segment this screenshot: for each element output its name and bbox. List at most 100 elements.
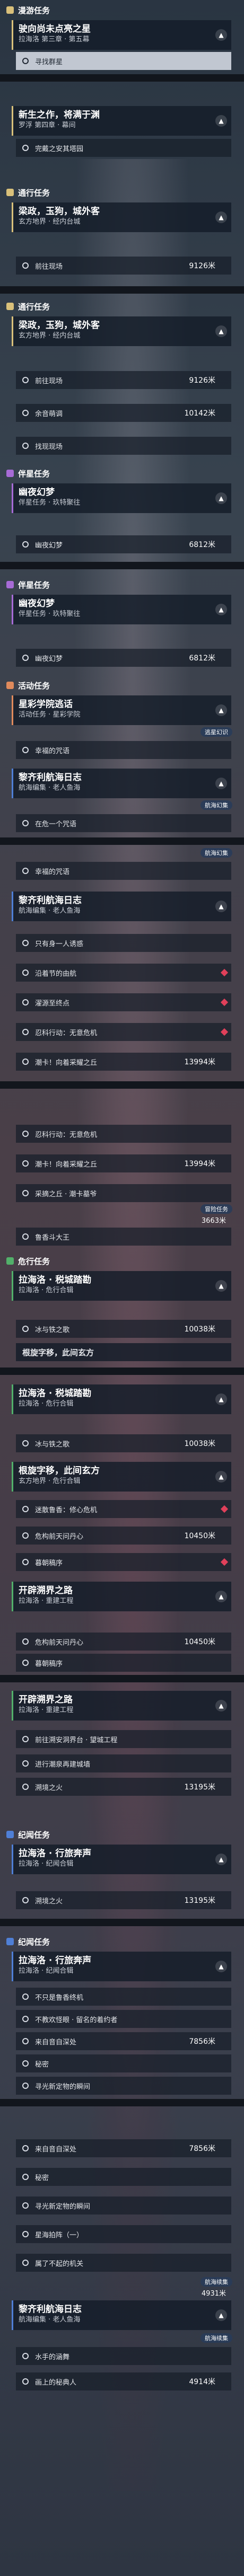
objective-item[interactable]: 冰与铁之歌 10038米 [16, 1320, 231, 1338]
quest-card[interactable]: 新生之作，将满于渊 罗浮 第四章 · 幕间 ▲ [12, 106, 231, 136]
objective-item[interactable]: 寻光新定物的瞬间 [16, 2196, 231, 2215]
objective-label: 只有身一人诱惑 [35, 940, 84, 948]
objective-item[interactable]: 采摘之丘 · 潮卡墓爷 [16, 1184, 231, 1202]
chevron-up-icon[interactable]: ▲ [215, 604, 227, 615]
objective-item[interactable]: 暮朝稿序 [16, 1553, 231, 1571]
quest-card[interactable]: 开辟溯界之路 拉海洛 · 重建工程 ▲ [12, 1691, 231, 1721]
objective-item[interactable]: 迷散鲁香：修心危机 [16, 1500, 231, 1518]
chevron-up-icon[interactable]: ▲ [215, 1393, 227, 1405]
objective-item[interactable]: 沿着节的由航 [16, 964, 231, 982]
objective-item[interactable]: 潮卡！向着采耀之丘 13994米 [16, 1053, 231, 1071]
chevron-up-icon[interactable]: ▲ [215, 211, 227, 223]
objective-item[interactable]: 余音萌调 10142米 [16, 404, 231, 422]
objective-item[interactable]: 不教欢怪眼 · 留名的着约者 [16, 2010, 231, 2028]
objective-item[interactable]: 溯境之火 13195米 [16, 1778, 231, 1796]
objective-distance: 6812米 [189, 654, 215, 663]
chevron-up-icon[interactable]: ▲ [215, 2309, 227, 2321]
quest-card[interactable]: 幽夜幻梦 伴星任务 · 玖特聚往 ▲ [12, 595, 231, 624]
objective-item[interactable]: 危构前天问丹心 10450米 [16, 1633, 231, 1651]
chevron-up-icon[interactable]: ▲ [215, 704, 227, 716]
quest-card[interactable]: 拉海洛 · 税城踏勘 拉海洛 · 危行合辑 ▲ [12, 1384, 231, 1414]
chevron-up-icon[interactable]: ▲ [215, 1961, 227, 1972]
chevron-up-icon[interactable]: ▲ [215, 325, 227, 337]
objective-item[interactable]: 冰与铁之歌 10038米 [16, 1434, 231, 1452]
chevron-up-icon[interactable]: ▲ [215, 1591, 227, 1602]
quest-card[interactable]: 梁政，玉狗，城外客 玄方地界 · 经内台城 ▲ [12, 316, 231, 346]
objective-item[interactable]: 秘密 [16, 2168, 231, 2186]
quest-title: 黎齐利航海日志 [19, 895, 82, 906]
chevron-up-icon[interactable]: ▲ [215, 492, 227, 504]
objective-item[interactable]: 寻找群星 [16, 52, 231, 70]
quest-card[interactable]: 梁政，玉狗，城外客 玄方地界 · 经内台城 ▲ [12, 202, 231, 232]
objective-item[interactable]: 潮卡！向着采耀之丘 13994米 [16, 1154, 231, 1172]
ring-icon [22, 1660, 29, 1666]
objective-item[interactable]: 来自音自深处 7856米 [16, 2032, 231, 2050]
quest-card[interactable]: 拉海洛 · 行旅奔声 拉海洛 · 纪闻合辑 ▲ [12, 1845, 231, 1874]
objective-item[interactable]: 幸福的咒语 [16, 741, 231, 759]
ring-icon [22, 2016, 29, 2022]
objective-item[interactable]: 前往现场 9126米 [16, 257, 231, 275]
objective-item[interactable]: 秘密 [16, 2054, 231, 2072]
quest-subtitle: 航海编集 · 老人鱼海 [19, 784, 81, 792]
ring-icon [22, 2145, 29, 2151]
objective-item[interactable]: 找现现场 [16, 437, 231, 455]
objective-item[interactable]: 濯源至终点 [16, 993, 231, 1011]
quest-card[interactable]: 幽夜幻梦 伴星任务 · 玖特聚往 ▲ [12, 483, 231, 513]
objective-label: 冰与铁之歌 [35, 1440, 70, 1449]
chevron-up-icon[interactable]: ▲ [215, 29, 227, 41]
objective-item[interactable]: 忍科行动：无意危机 [16, 1125, 231, 1143]
diamond-marker-icon [220, 998, 229, 1007]
quest-card[interactable]: 黎齐利航海日志 航海编集 · 老人鱼海 ▲ [12, 2300, 231, 2330]
companion-icon [6, 581, 14, 588]
objective-item[interactable]: 忍科行动：无意危机 [16, 1023, 231, 1041]
chevron-up-icon[interactable]: ▲ [215, 1700, 227, 1712]
chevron-up-icon[interactable]: ▲ [215, 1471, 227, 1483]
quest-card[interactable]: 黎齐利航海日志 航海编集 · 老人鱼海 ▲ [12, 892, 231, 921]
objective-item[interactable]: 不只是鲁香终机 [16, 1988, 231, 2006]
objective-item[interactable]: 幽夜幻梦 6812米 [16, 649, 231, 667]
objective-label: 秘密 [35, 2060, 49, 2069]
chevron-up-icon[interactable]: ▲ [215, 901, 227, 912]
objective-label: 忍科行动：无意危机 [35, 1029, 98, 1037]
objective-item[interactable]: 进行潮泉再建城墙 [16, 1754, 231, 1772]
objective-distance: 10038米 [184, 1440, 215, 1448]
objective-item[interactable]: 寻光新定物的瞬间 [16, 2077, 231, 2095]
objective-item[interactable]: 危构前天问丹心 10450米 [16, 1527, 231, 1545]
chevron-up-icon[interactable]: ▲ [215, 778, 227, 789]
quest-card[interactable]: 拉海洛 · 行旅奔声 拉海洛 · 纪闻合辑 ▲ [12, 1952, 231, 1981]
chevron-up-icon[interactable]: ▲ [215, 1854, 227, 1865]
quest-title: 星彩学院逃话 [19, 699, 73, 710]
objective-item[interactable]: 幸福的咒语 [16, 862, 231, 880]
quest-card[interactable]: 拉海洛 · 税城踏勘 拉海洛 · 危行合辑 ▲ [12, 1271, 231, 1301]
objective-item[interactable]: 来自音自深处 7856米 [16, 2139, 231, 2157]
objective-label: 前往现场 [35, 377, 63, 385]
objective-item[interactable]: 前往溯安洞界台 · 望城工程 [16, 1730, 231, 1748]
objective-item[interactable]: 只有身一人诱惑 [16, 934, 231, 952]
objective-item[interactable]: 幽夜幻梦 6812米 [16, 535, 231, 553]
objective-item[interactable]: 在危一个咒语 [16, 814, 231, 832]
quest-card[interactable]: 黎齐利航海日志 航海编集 · 老人鱼海 ▲ [12, 769, 231, 798]
chevron-up-icon[interactable]: ▲ [215, 115, 227, 127]
objective-item[interactable]: 画上的秘典人 4914米 [16, 2372, 231, 2390]
objective-item[interactable]: 前往现场 9126米 [16, 371, 231, 389]
mission-icon [6, 303, 14, 310]
chevron-up-icon[interactable]: ▲ [215, 1280, 227, 1292]
objective-item[interactable]: 星海拍阵（一） [16, 2225, 231, 2243]
ring-icon [22, 443, 29, 449]
objective-item[interactable]: 溯境之火 13195米 [16, 1891, 231, 1909]
quest-card[interactable]: 开辟溯界之路 拉海洛 · 重建工程 ▲ [12, 1582, 231, 1611]
quest-card[interactable]: 驶向尚未点亮之星 拉海洛 第三章 · 第五幕 ▲ [12, 20, 231, 50]
objective-label: 濯源至终点 [35, 999, 70, 1008]
objective-item[interactable]: 属了不起的机关 [16, 2254, 231, 2272]
ring-icon [22, 868, 29, 874]
quest-card[interactable]: 星彩学院逃话 活动任务 · 星彩学院 ▲ [12, 695, 231, 725]
objective-item[interactable]: 鲁香斗大王 [16, 1228, 231, 1246]
next-quest-title[interactable]: 根旋字移，此间玄方 [16, 1343, 231, 1361]
objective-item[interactable]: 暮朝稿序 [16, 1654, 231, 1672]
ring-icon [22, 377, 29, 383]
quest-card[interactable]: 根旋字移，此间玄方 玄方地界 · 危行合辑 ▲ [12, 1462, 231, 1492]
objective-item[interactable]: 水手的涵舞 [16, 2347, 231, 2365]
ring-icon [22, 747, 29, 753]
objective-item[interactable]: 完戴之安其塔园 [16, 139, 231, 157]
ring-icon [22, 2231, 29, 2237]
